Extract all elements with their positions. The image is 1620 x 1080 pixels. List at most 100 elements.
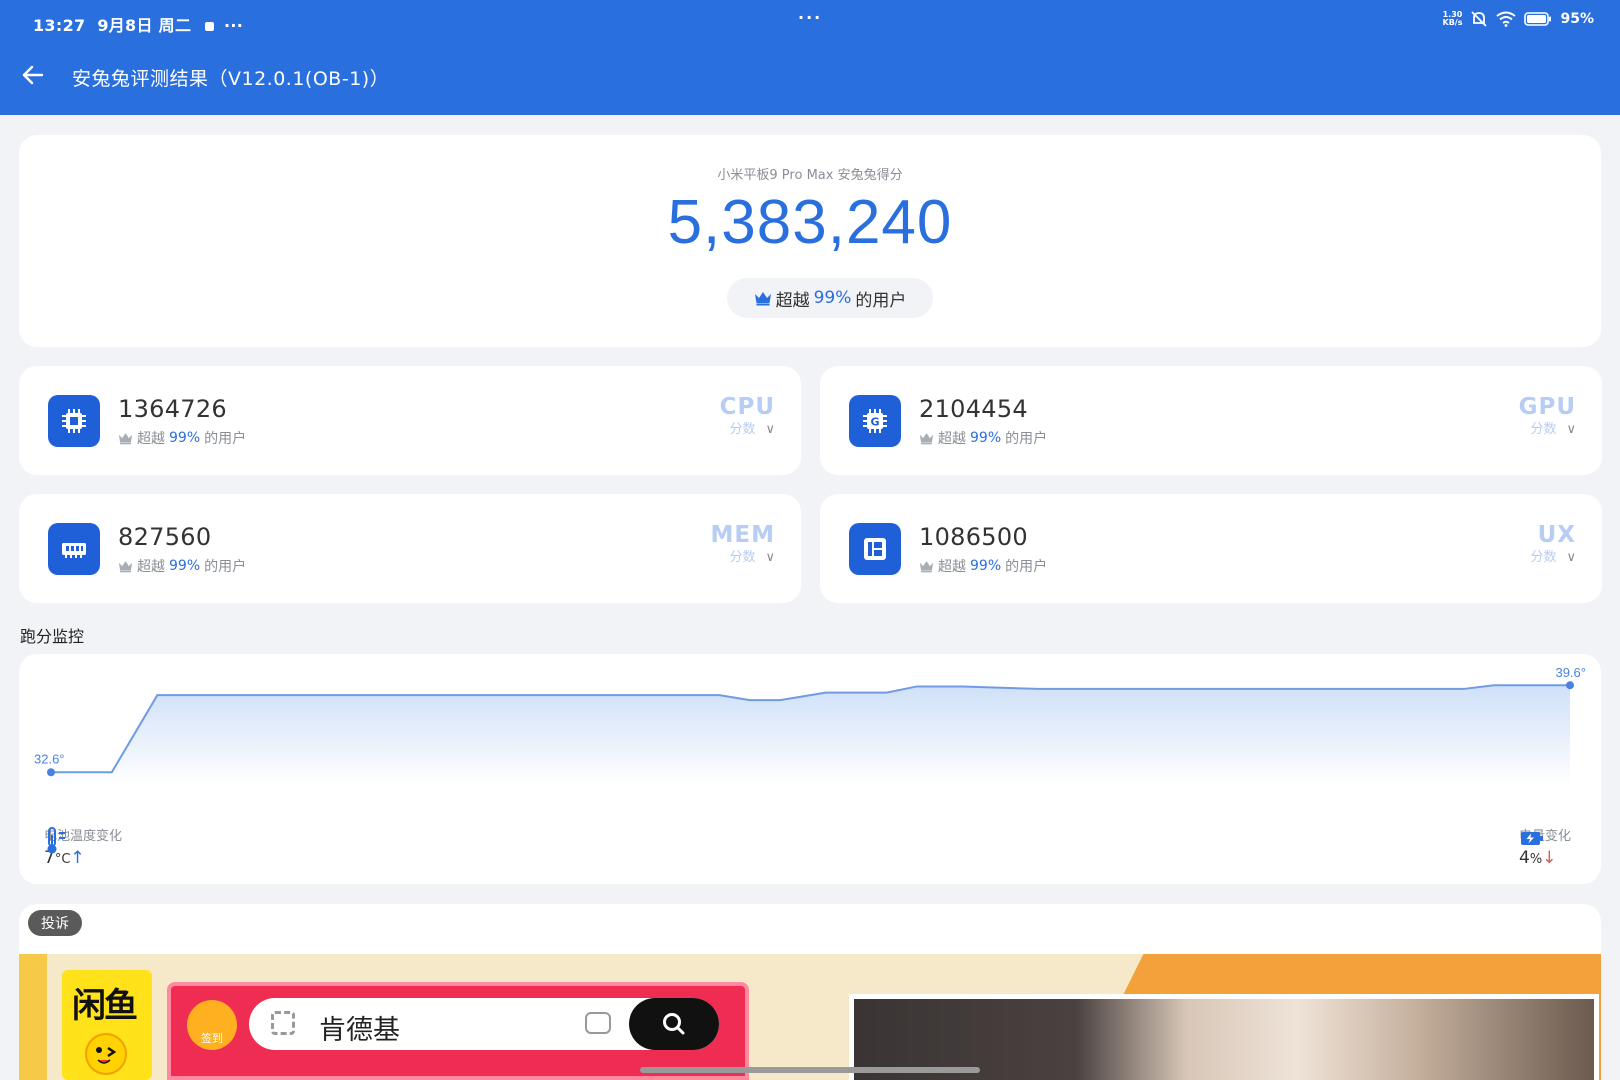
temperature-chart: 32.6° 39.6° [34,665,1586,786]
search-icon [663,1013,685,1035]
cpu-tag[interactable]: CPU 分数 ∨ [719,394,775,437]
battery-temp-change: 电池温度变化 7°C↑ [44,825,122,868]
app-bar: 13:27 9月8日 周二 ··· ··· 1.30 KB/s 95% 安兔兔评… [0,0,1620,115]
ad-card[interactable]: 投诉 闲鱼 签到 肯德基 [19,904,1601,1080]
rank-prefix: 超越 [775,290,810,311]
end-temp-label: 39.6° [1555,665,1586,680]
status-clock: 13:27 [33,16,86,35]
temperature-monitor-card: 32.6° 39.6° 电池温度变化 7°C↑ 电量变化 4%↓ [19,654,1601,884]
chevron-down-icon[interactable]: ∨ [1566,422,1576,437]
mem-rank: 超越 99% 的用户 [118,556,246,576]
cpu-score: 1364726 [118,395,227,423]
status-date: 9月8日 周二 [97,16,192,35]
camera-icon [585,1012,611,1034]
rank-badge: 超越 99% 的用户 [727,278,933,318]
ad-search-panel: 签到 肯德基 [167,982,749,1080]
tag-title: MEM [710,522,775,548]
rank-percent: 99% [970,558,1002,574]
rank-prefix: 超越 [938,431,966,447]
battery-unit: % [1529,852,1543,867]
battery-icon [1524,12,1552,26]
score-card-gpu[interactable]: G 2104454 超越 99% 的用户 GPU 分数 ∨ [820,366,1602,475]
ad-search-bar: 肯德基 [249,998,719,1050]
status-icons: 1.30 KB/s 95% [1443,11,1595,28]
rank-prefix: 超越 [137,431,165,447]
status-time: 13:27 9月8日 周二 ··· [33,12,243,36]
status-more: ··· [224,16,244,35]
chevron-down-icon[interactable]: ∨ [765,550,775,565]
scan-icon [271,1011,295,1035]
start-point [47,768,55,777]
memory-icon [48,523,100,575]
score-card-mem[interactable]: 827560 超越 99% 的用户 MEM 分数 ∨ [19,494,801,603]
mascot-icon [85,1033,127,1075]
score-card-ux[interactable]: 1086500 超越 99% 的用户 UX 分数 ∨ [820,494,1602,603]
gpu-score: 2104454 [919,395,1028,423]
mem-tag[interactable]: MEM 分数 ∨ [710,522,776,565]
arrow-down-icon: ↓ [1542,848,1557,868]
rank-percent: 99% [813,288,852,308]
ux-score: 1086500 [919,523,1028,551]
tag-title: CPU [719,394,775,420]
mem-score: 827560 [118,523,212,551]
rank-suffix: 的用户 [204,559,247,575]
svg-text:G: G [870,416,879,429]
score-card-cpu[interactable]: 1364726 超越 99% 的用户 CPU 分数 ∨ [19,366,801,475]
ad-search-text: 肯德基 [319,1015,400,1046]
ad-decor-bar [19,954,47,1080]
crown-icon [919,560,934,572]
ux-layout-icon [849,523,901,575]
section-title-monitor: 跑分监控 [20,627,85,646]
rank-suffix: 的用户 [855,290,907,311]
tag-title: GPU [1518,394,1576,420]
battery-level-change: 电量变化 4%↓ [1519,825,1571,868]
gpu-chip-icon: G [849,395,901,447]
temperature-area [51,685,1570,786]
rank-percent: 99% [169,430,201,446]
xianyu-logo: 闲鱼 [62,970,152,1080]
tag-title: UX [1537,522,1576,548]
wifi-icon [1496,11,1517,27]
rank-suffix: 的用户 [1005,431,1048,447]
ad-banner-image[interactable]: 闲鱼 签到 肯德基 [19,954,1601,1080]
device-score-label: 小米平板9 Pro Max 安兔兔得分 [717,168,903,183]
ux-rank: 超越 99% 的用户 [919,556,1047,576]
tag-sub: 分数 [1530,550,1557,565]
complain-button[interactable]: 投诉 [28,910,82,936]
chevron-down-icon[interactable]: ∨ [1566,550,1576,565]
total-score: 5,383,240 [667,188,953,257]
thermometer-icon [47,827,65,854]
battery-percent: 95% [1560,11,1594,27]
cpu-rank: 超越 99% 的用户 [118,428,246,448]
battery-value: 4 [1518,848,1530,868]
ad-search-button [629,998,719,1050]
rank-percent: 99% [970,430,1002,446]
rank-suffix: 的用户 [1005,559,1048,575]
home-indicator[interactable] [640,1067,980,1073]
back-arrow-icon[interactable] [20,62,46,88]
gpu-rank: 超越 99% 的用户 [919,428,1047,448]
gpu-tag[interactable]: GPU 分数 ∨ [1518,394,1576,437]
notification-a-icon [205,22,215,31]
tag-sub: 分数 [729,422,756,437]
battery-change-value: 4%↓ [1519,848,1571,868]
sign-in-badge: 签到 [187,1000,237,1050]
tag-sub: 分数 [1530,422,1557,437]
cpu-chip-icon [48,395,100,447]
crown-icon [118,560,133,572]
mute-icon [1471,11,1488,27]
crown-icon [754,291,771,305]
start-temp-label: 32.6° [34,751,65,766]
net-speed-unit: KB/s [1442,18,1463,27]
rank-prefix: 超越 [938,559,966,575]
ux-tag[interactable]: UX 分数 ∨ [1530,522,1576,565]
net-speed: 1.30 KB/s [1443,11,1463,27]
chevron-down-icon[interactable]: ∨ [765,422,775,437]
arrow-up-icon: ↑ [70,848,85,868]
total-score-card: 小米平板9 Pro Max 安兔兔得分 5,383,240 超越 99% 的用户 [19,135,1601,347]
multiwindow-handle[interactable]: ··· [798,8,822,27]
tag-sub: 分数 [729,550,756,565]
battery-charge-icon [1520,832,1543,845]
end-point [1566,681,1574,690]
rank-suffix: 的用户 [204,431,247,447]
